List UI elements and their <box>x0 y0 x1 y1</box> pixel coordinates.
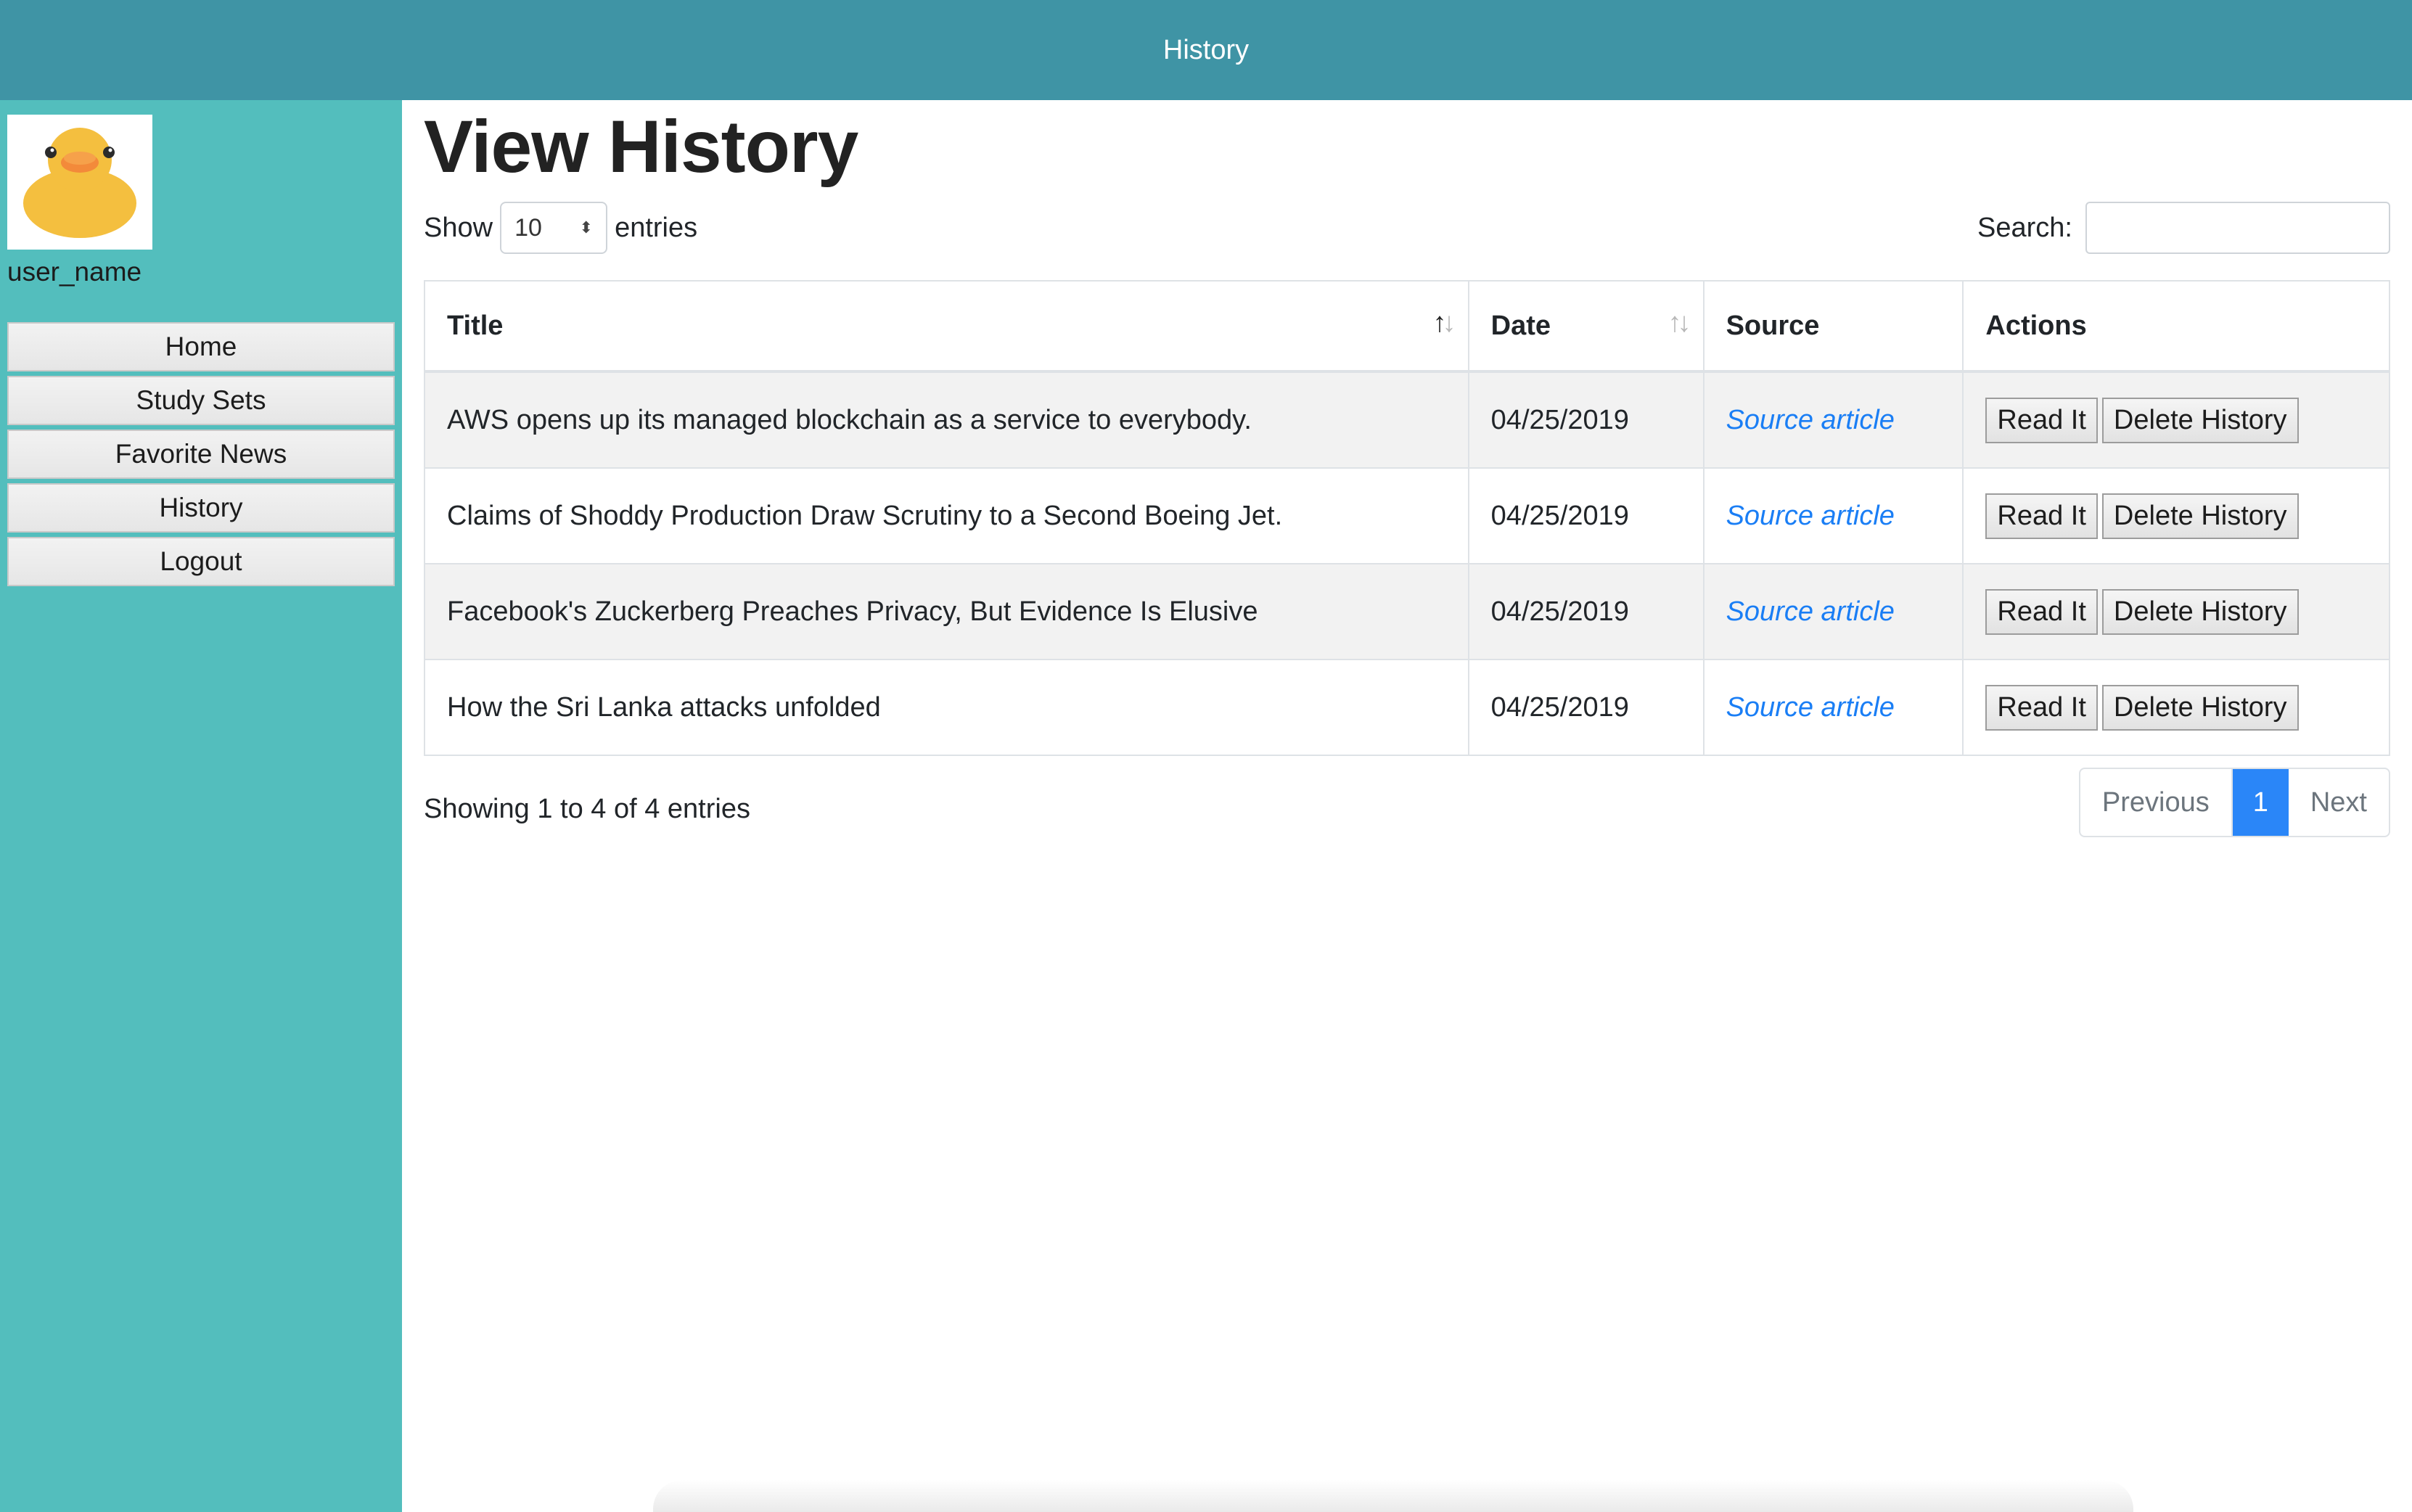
select-caret-icon: ⬍ <box>579 218 594 237</box>
delete-history-button[interactable]: Delete History <box>2101 588 2299 635</box>
next-page-button[interactable]: Next <box>2289 769 2389 836</box>
column-header-title[interactable]: Title ↑↓ <box>424 280 1469 373</box>
nav-home-button[interactable]: Home <box>7 322 395 371</box>
username: user_name <box>7 257 142 287</box>
search-control: Search: <box>1977 202 2390 254</box>
page-1-button[interactable]: 1 <box>2232 769 2289 836</box>
sort-ascending-icon: ↑↓ <box>1432 308 1456 338</box>
duck-avatar-icon <box>23 128 136 238</box>
nav-history-button[interactable]: History <box>7 483 395 533</box>
sort-both-icon: ↑↓ <box>1668 308 1691 338</box>
previous-page-button[interactable]: Previous <box>2080 769 2233 836</box>
column-title-label: Title <box>447 310 504 341</box>
table-row: Claims of Shoddy Production Draw Scrutin… <box>424 467 2390 564</box>
row-title: Facebook's Zuckerberg Preaches Privacy, … <box>424 563 1469 660</box>
nav-logout-button[interactable]: Logout <box>7 537 395 586</box>
delete-history-button[interactable]: Delete History <box>2101 397 2299 443</box>
row-actions: Read It Delete History <box>1962 371 2390 469</box>
history-table: Title ↑↓ Date ↑↓ Source Actions AWS open… <box>424 280 2390 756</box>
table-row: Facebook's Zuckerberg Preaches Privacy, … <box>424 563 2390 660</box>
row-source-cell: Source article <box>1702 371 1964 469</box>
read-it-button[interactable]: Read It <box>1985 684 2098 731</box>
entries-per-page-select[interactable]: 10 ⬍ <box>500 202 608 254</box>
read-it-button[interactable]: Read It <box>1985 588 2098 635</box>
search-label: Search: <box>1977 212 2072 243</box>
row-title: Claims of Shoddy Production Draw Scrutin… <box>424 467 1469 564</box>
row-title: AWS opens up its managed blockchain as a… <box>424 371 1469 469</box>
table-header-row: Title ↑↓ Date ↑↓ Source Actions <box>424 280 2390 373</box>
nav-study-sets-button[interactable]: Study Sets <box>7 376 395 425</box>
row-source-cell: Source article <box>1702 563 1964 660</box>
column-header-date[interactable]: Date ↑↓ <box>1467 280 1705 373</box>
table-row: How the Sri Lanka attacks unfolded 04/25… <box>424 659 2390 756</box>
row-date: 04/25/2019 <box>1467 659 1705 756</box>
row-actions: Read It Delete History <box>1962 467 2390 564</box>
entries-length-control: Show 10 ⬍ entries <box>424 202 697 254</box>
page-title: View History <box>424 105 858 188</box>
row-source-cell: Source article <box>1702 467 1964 564</box>
delete-history-button[interactable]: Delete History <box>2101 493 2299 539</box>
column-date-label: Date <box>1490 310 1551 341</box>
delete-history-button[interactable]: Delete History <box>2101 684 2299 731</box>
table-info: Showing 1 to 4 of 4 entries <box>424 794 750 824</box>
read-it-button[interactable]: Read It <box>1985 397 2098 443</box>
row-date: 04/25/2019 <box>1467 371 1705 469</box>
row-date: 04/25/2019 <box>1467 467 1705 564</box>
column-header-source: Source <box>1702 280 1964 373</box>
search-input[interactable] <box>2085 202 2390 254</box>
bottom-shadow <box>653 1480 2133 1512</box>
avatar <box>7 115 152 250</box>
table-row: AWS opens up its managed blockchain as a… <box>424 371 2390 469</box>
source-article-link[interactable]: Source article <box>1726 501 1895 531</box>
source-article-link[interactable]: Source article <box>1726 596 1895 627</box>
row-source-cell: Source article <box>1702 659 1964 756</box>
header-title: History <box>1162 34 1250 65</box>
row-date: 04/25/2019 <box>1467 563 1705 660</box>
top-header: History <box>0 0 2412 100</box>
column-actions-label: Actions <box>1985 310 2087 341</box>
row-actions: Read It Delete History <box>1962 563 2390 660</box>
nav-favorite-news-button[interactable]: Favorite News <box>7 430 395 479</box>
sidebar: user_name Home Study Sets Favorite News … <box>0 100 402 1512</box>
source-article-link[interactable]: Source article <box>1726 405 1895 435</box>
read-it-button[interactable]: Read It <box>1985 493 2098 539</box>
pagination: Previous 1 Next <box>2078 768 2390 837</box>
length-suffix-label: entries <box>615 212 698 243</box>
column-source-label: Source <box>1726 310 1820 341</box>
row-title: How the Sri Lanka attacks unfolded <box>424 659 1469 756</box>
sidebar-nav: Home Study Sets Favorite News History Lo… <box>7 322 395 591</box>
column-header-actions: Actions <box>1962 280 2390 373</box>
source-article-link[interactable]: Source article <box>1726 692 1895 723</box>
length-prefix-label: Show <box>424 212 493 243</box>
entries-per-page-value: 10 <box>514 213 542 242</box>
row-actions: Read It Delete History <box>1962 659 2390 756</box>
